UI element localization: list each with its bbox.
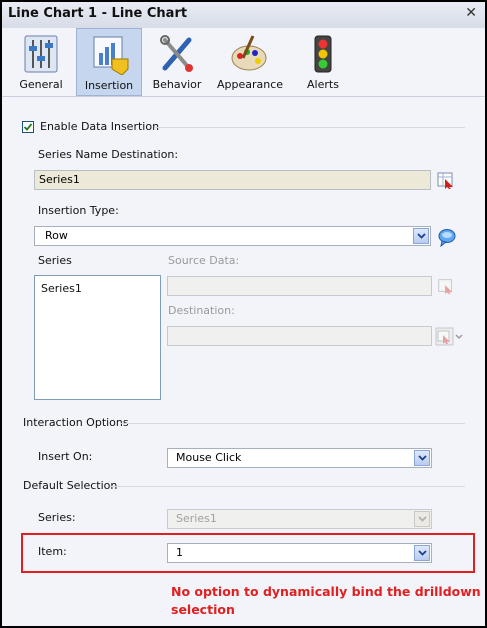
- insertion-type-select[interactable]: Row: [34, 226, 431, 246]
- cell-selector-icon: [438, 279, 453, 295]
- palette-icon: [231, 35, 267, 71]
- divider: [110, 486, 465, 487]
- sliders-icon: [24, 35, 58, 73]
- traffic-light-icon: [314, 35, 332, 73]
- tools-icon: [160, 35, 193, 72]
- source-data-label: Source Data:: [168, 254, 240, 267]
- chart-insert-icon: [93, 36, 129, 75]
- divider: [154, 127, 465, 128]
- tab-insertion-label: Insertion: [84, 79, 134, 92]
- tab-alerts[interactable]: Alerts: [290, 28, 356, 96]
- divider: [120, 423, 465, 424]
- title-bar: Line Chart 1 - Line Chart ✕: [2, 2, 485, 29]
- cell-selector-icon: [437, 172, 453, 189]
- destination-selector-button: [435, 327, 465, 347]
- item-select[interactable]: 1: [167, 543, 432, 563]
- series-listbox[interactable]: Series1: [34, 275, 161, 400]
- cell-selector-dropdown-icon: [435, 327, 463, 346]
- speech-bubble-icon: [438, 229, 456, 248]
- chevron-down-icon[interactable]: [414, 545, 430, 561]
- cell-selector-button[interactable]: [436, 170, 456, 190]
- series-name-destination-label: Series Name Destination:: [38, 148, 179, 161]
- destination-field: [167, 326, 432, 346]
- default-series-label: Series:: [38, 511, 76, 524]
- tab-alerts-label: Alerts: [307, 78, 339, 91]
- source-data-selector-button: [437, 277, 457, 297]
- tab-strip: General Insertion Behavior Appearance Al…: [2, 28, 485, 97]
- tab-general-label: General: [19, 78, 63, 91]
- tab-behavior[interactable]: Behavior: [144, 28, 210, 96]
- series-name-destination-field[interactable]: Series1: [34, 170, 431, 190]
- insertion-type-label: Insertion Type:: [38, 204, 119, 217]
- window-title: Line Chart 1 - Line Chart: [8, 6, 188, 21]
- tab-behavior-label: Behavior: [152, 78, 202, 91]
- series-label: Series: [38, 254, 72, 267]
- default-series-select: Series1: [167, 509, 432, 529]
- tab-general[interactable]: General: [8, 28, 74, 96]
- default-selection-heading: Default Selection: [23, 479, 118, 492]
- insertion-type-value: Row: [45, 229, 68, 242]
- enable-insertion-label: Enable Data Insertion: [40, 120, 160, 133]
- tab-appearance[interactable]: Appearance: [214, 28, 286, 96]
- chevron-down-icon[interactable]: [413, 228, 429, 244]
- chevron-down-icon: [414, 511, 430, 527]
- insert-on-label: Insert On:: [38, 450, 93, 463]
- source-data-field: [167, 276, 432, 296]
- tab-insertion[interactable]: Insertion: [76, 28, 142, 96]
- series-list-item[interactable]: Series1: [41, 282, 82, 295]
- tab-appearance-label: Appearance: [216, 78, 284, 91]
- checkmark-icon: [23, 123, 33, 131]
- annotation-note: No option to dynamically bind the drilld…: [171, 584, 481, 617]
- chevron-down-icon[interactable]: [414, 450, 430, 466]
- enable-insertion-checkbox[interactable]: [22, 121, 34, 133]
- item-value: 1: [176, 546, 183, 559]
- insert-on-select[interactable]: Mouse Click: [167, 448, 432, 468]
- comment-button[interactable]: [437, 227, 457, 248]
- default-series-value: Series1: [176, 512, 217, 525]
- item-label: Item:: [38, 545, 67, 558]
- close-icon[interactable]: ✕: [465, 5, 477, 21]
- destination-label: Destination:: [168, 304, 235, 317]
- insert-on-value: Mouse Click: [176, 451, 242, 464]
- interaction-options-heading: Interaction Options: [23, 416, 129, 429]
